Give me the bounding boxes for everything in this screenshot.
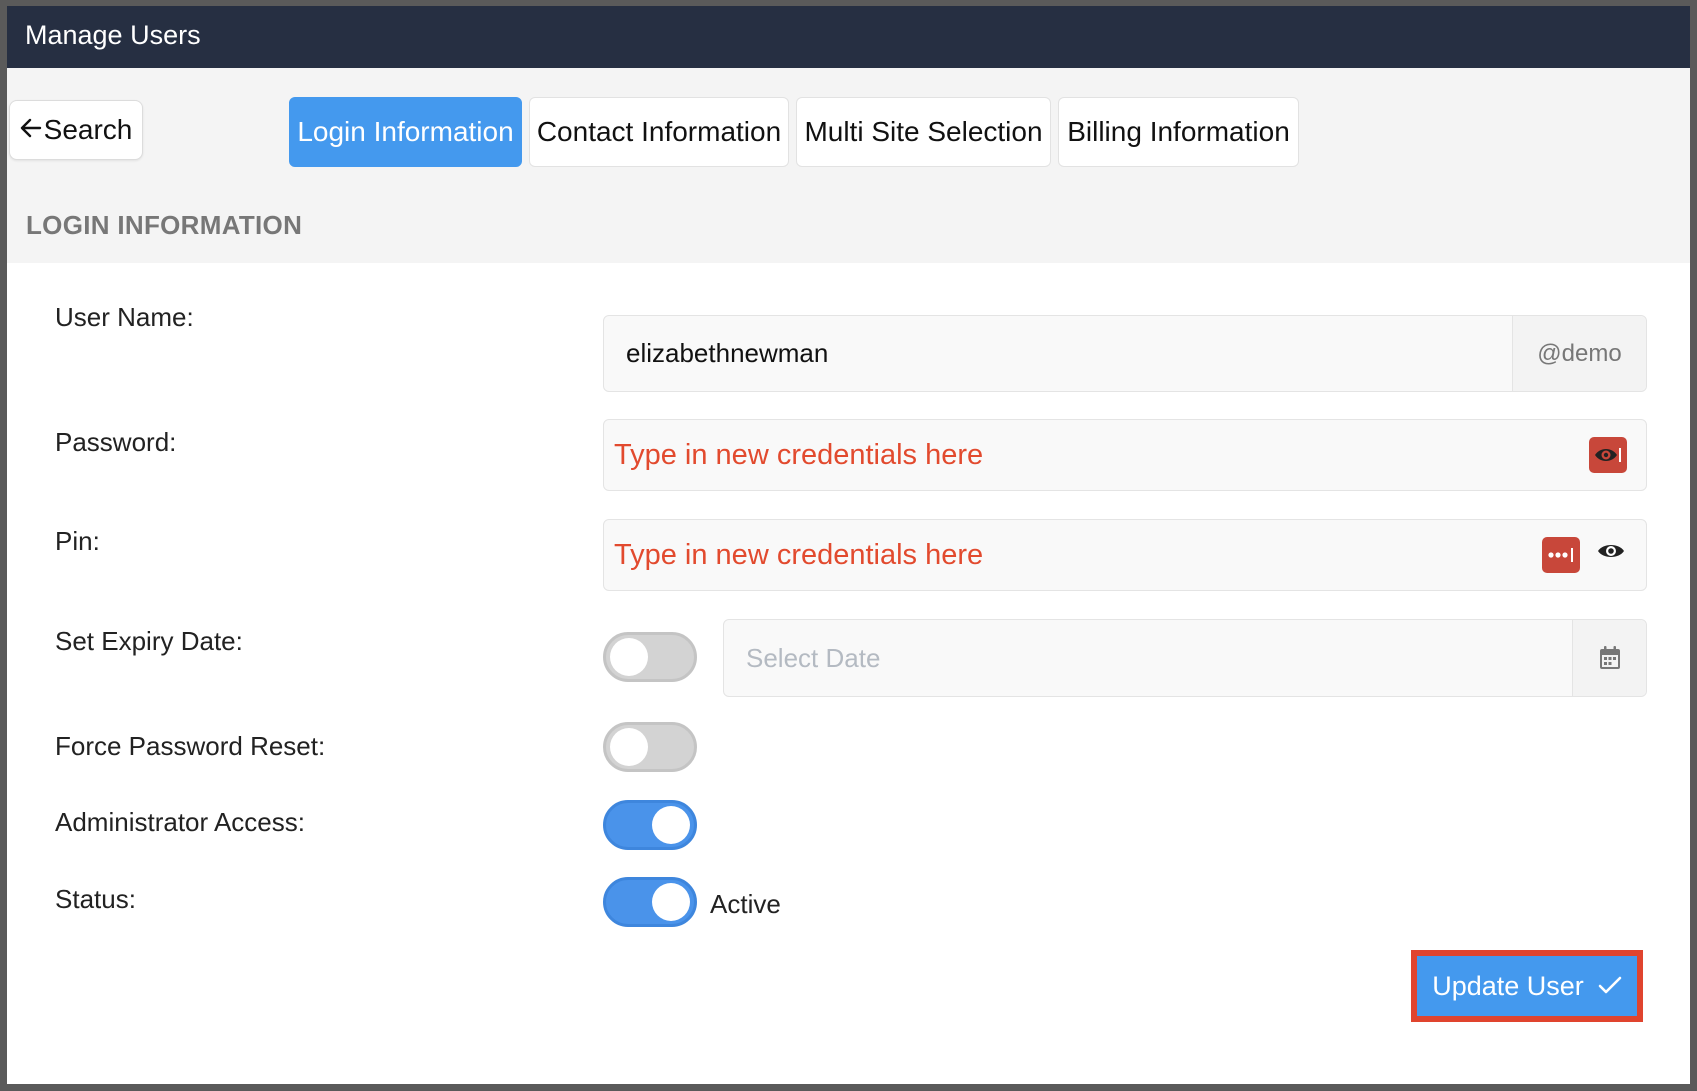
tab-label: Login Information [297,116,514,147]
update-user-button-body: Update User [1417,956,1637,1016]
section-title: LOGIN INFORMATION [26,210,303,240]
search-button-label: Search [43,114,133,145]
tab-login-information[interactable]: Login Information [289,97,522,167]
toggle-knob [610,638,648,676]
expiry-date-label: Set Expiry Date: [55,626,243,656]
password-label: Password: [55,427,177,457]
status-value: Active [710,889,781,919]
pin-placeholder: Type in new credentials here [614,538,984,571]
tab-label: Multi Site Selection [804,116,1043,147]
force-password-reset-toggle[interactable] [603,722,697,772]
update-user-button[interactable]: Update User [1411,950,1643,1022]
pin-field[interactable]: Type in new credentials here [603,519,1647,591]
username-domain-suffix: @demo [1512,316,1646,391]
expiry-date-placeholder: Select Date [746,642,881,673]
username-field[interactable]: elizabethnewman @demo [603,315,1647,392]
password-field[interactable]: Type in new credentials here [603,419,1647,491]
arrow-left-icon [20,114,42,146]
update-user-label: Update User [1432,970,1584,1001]
force-password-reset-label: Force Password Reset: [55,731,326,761]
title-bar: Manage Users [7,6,1690,68]
administrator-access-toggle[interactable] [603,800,697,850]
expiry-date-input[interactable]: Select Date [723,619,1647,697]
check-icon [1598,971,1622,1002]
toggle-knob [652,806,690,844]
tab-billing-information[interactable]: Billing Information [1058,97,1299,167]
toolbar: Search Login Information Contact Informa… [7,68,1690,263]
status-toggle[interactable] [603,877,697,927]
username-value: elizabethnewman [626,338,829,368]
status-label: Status: [55,884,136,914]
tab-multi-site-selection[interactable]: Multi Site Selection [796,97,1051,167]
eye-icon[interactable] [1596,540,1626,567]
username-label: User Name: [55,302,194,332]
tab-label: Contact Information [536,116,782,147]
administrator-access-label: Administrator Access: [55,807,305,837]
eye-key-icon[interactable] [1589,437,1627,473]
back-to-search-button[interactable]: Search [9,100,143,160]
tab-label: Billing Information [1067,116,1290,147]
tab-contact-information[interactable]: Contact Information [529,97,789,167]
manage-users-window: Manage Users Search Login Information Co… [7,6,1690,1084]
toggle-knob [652,883,690,921]
calendar-icon[interactable] [1572,620,1646,696]
pin-label: Pin: [55,526,100,556]
toggle-knob [610,728,648,766]
dots-key-icon[interactable] [1542,537,1580,573]
password-placeholder: Type in new credentials here [614,438,984,471]
window-title: Manage Users [25,20,201,50]
expiry-date-toggle[interactable] [603,632,697,682]
